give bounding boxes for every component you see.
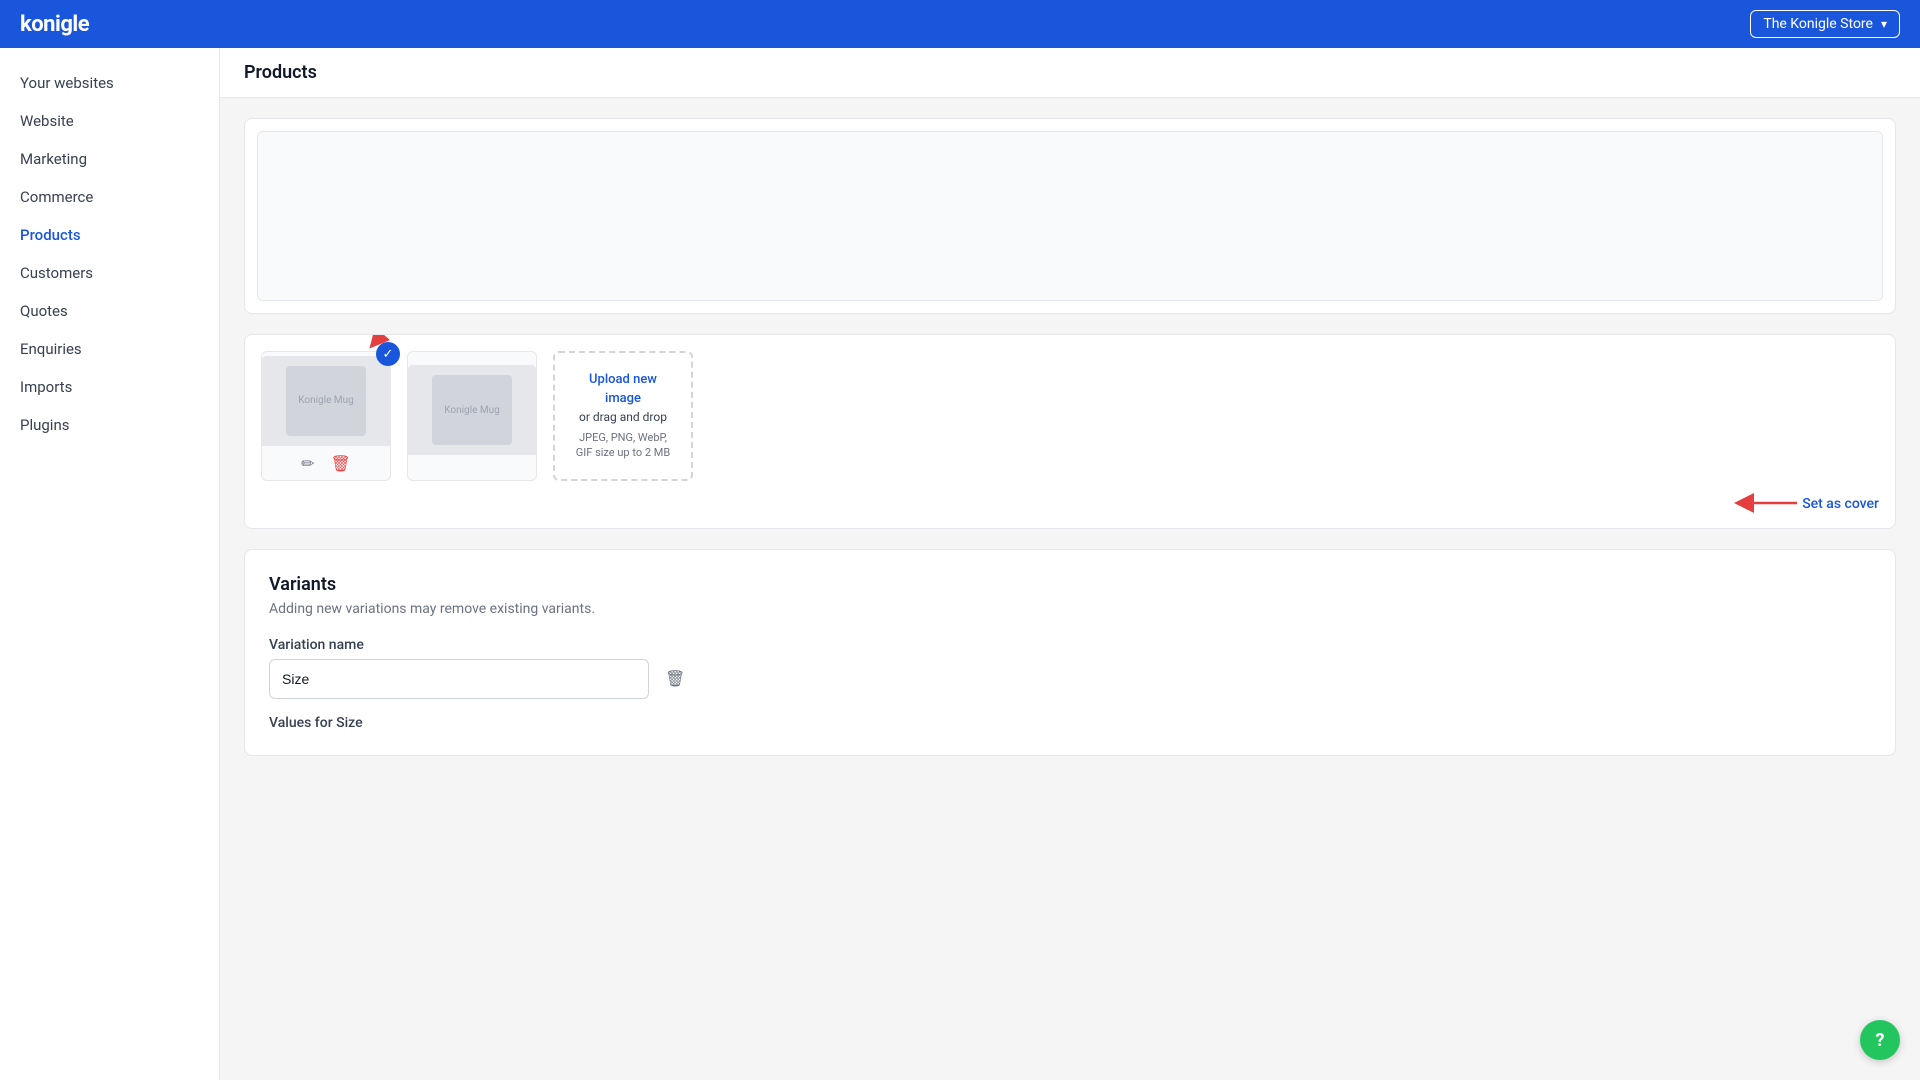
header: konigle The Konigle Store ▾ [0,0,1920,48]
set-as-cover-wrapper: Set as cover [1802,493,1879,512]
sidebar: Your websites Website Marketing Commerce… [0,48,220,1080]
layout: Your websites Website Marketing Commerce… [0,48,1920,1080]
image-placeholder [257,131,1883,301]
gallery-card: ✓ Konigle Mug ✏ 🗑 [244,334,1896,529]
main-content: Products [220,48,1920,1080]
product-image-2: Konigle Mug [408,365,536,455]
help-button[interactable]: ? [1860,1020,1900,1060]
sidebar-item-customers[interactable]: Customers [0,254,219,292]
sidebar-item-enquiries[interactable]: Enquiries [0,330,219,368]
edit-icon[interactable]: ✏ [301,454,314,473]
store-selector[interactable]: The Konigle Store ▾ [1750,10,1900,38]
page-header: Products [220,48,1920,98]
sidebar-item-your-websites[interactable]: Your websites [0,64,219,102]
sidebar-item-quotes[interactable]: Quotes [0,292,219,330]
sidebar-item-products[interactable]: Products [0,216,219,254]
upload-zone[interactable]: Upload newimage or drag and drop JPEG, P… [553,351,693,481]
set-as-cover-button[interactable]: Set as cover [1802,496,1879,512]
image1-wrapper: ✓ Konigle Mug ✏ 🗑 [261,351,391,481]
variation-delete-button[interactable]: 🗑 [661,665,689,693]
gallery-image-2[interactable]: Konigle Mug [407,351,537,481]
upload-link-label[interactable]: Upload newimage [589,371,657,407]
selected-badge: ✓ [376,342,400,366]
image1-actions: ✏ 🗑 [301,446,351,477]
values-for-size-label: Values for Size [269,715,1871,731]
sidebar-item-imports[interactable]: Imports [0,368,219,406]
chevron-down-icon: ▾ [1881,17,1887,31]
upload-hint-label: JPEG, PNG, WebP,GIF size up to 2 MB [576,430,670,461]
arrow2-annotation [1732,483,1802,523]
logo: konigle [20,12,89,37]
sidebar-item-marketing[interactable]: Marketing [0,140,219,178]
variants-card: Variants Adding new variations may remov… [244,549,1896,756]
variants-subtitle: Adding new variations may remove existin… [269,601,1871,617]
upload-or-label: or drag and drop [579,410,667,424]
variation-name-row: 🗑 [269,659,1871,699]
gallery-card-footer: Set as cover [261,481,1879,512]
product-image-1: Konigle Mug [262,356,390,446]
gallery-items: ✓ Konigle Mug ✏ 🗑 [261,351,1879,481]
page-title: Products [244,62,1896,83]
store-name: The Konigle Store [1763,16,1873,32]
variation-name-label: Variation name [269,637,1871,653]
image-card [244,118,1896,314]
sidebar-item-commerce[interactable]: Commerce [0,178,219,216]
trash-icon: 🗑 [665,671,685,688]
check-icon: ✓ [383,347,394,362]
gallery-image-1[interactable]: ✓ Konigle Mug ✏ 🗑 [261,351,391,481]
content-area: ✓ Konigle Mug ✏ 🗑 [220,98,1920,776]
variants-title: Variants [269,574,1871,595]
delete-icon[interactable]: 🗑 [331,454,351,473]
sidebar-item-plugins[interactable]: Plugins [0,406,219,444]
sidebar-item-website[interactable]: Website [0,102,219,140]
variation-name-input[interactable] [269,659,649,699]
question-mark-icon: ? [1876,1030,1885,1051]
